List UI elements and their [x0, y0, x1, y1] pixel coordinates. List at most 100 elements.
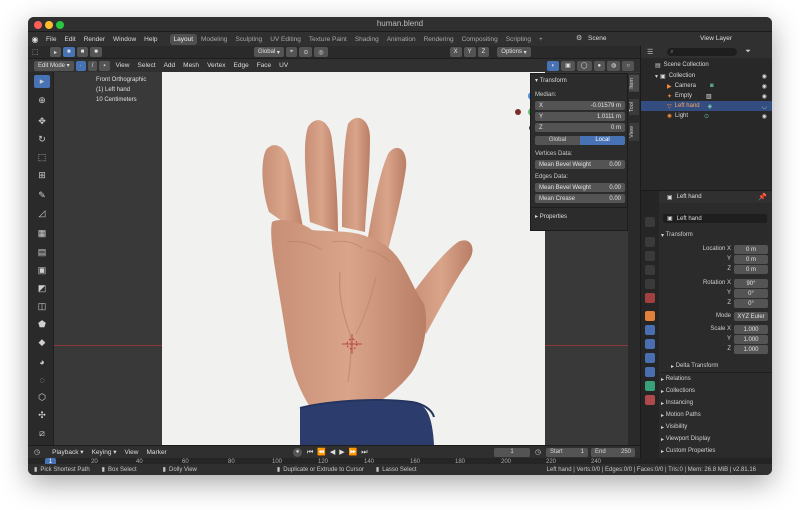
edge-slide-tool-icon[interactable]: ⬡ — [34, 391, 50, 404]
filter-icon[interactable]: ⏷ — [745, 48, 751, 56]
end-frame-field[interactable]: End 250 — [591, 448, 635, 457]
physics-props-icon[interactable] — [645, 353, 655, 363]
menu-help[interactable]: Help — [140, 36, 161, 43]
edge-bevel-weight-field[interactable]: Mean Bevel Weight 0.00 — [535, 183, 625, 192]
world-props-icon[interactable] — [645, 293, 655, 303]
constraints-props-icon[interactable] — [645, 367, 655, 377]
collections-header[interactable]: ▸ Collections — [661, 386, 771, 396]
menu-add[interactable]: Add — [160, 62, 180, 69]
pivot-icon[interactable]: ⌖ — [285, 47, 298, 57]
tab-modeling[interactable]: Modeling — [197, 34, 231, 45]
tab-texture-paint[interactable]: Texture Paint — [305, 34, 351, 45]
outliner-row-scene-collection[interactable]: ▤ Scene Collection — [641, 60, 772, 70]
proportional-edit-icon[interactable]: ◎ — [314, 47, 328, 57]
poly-build-tool-icon[interactable]: ◆ — [34, 336, 50, 349]
select-mode-new-icon[interactable]: ■ — [63, 47, 75, 57]
start-frame-field[interactable]: Start 1 — [546, 448, 588, 457]
menu-playback[interactable]: Playback ▾ — [48, 448, 87, 456]
menu-vertex[interactable]: Vertex — [203, 62, 229, 69]
visibility-eye-icon[interactable]: ◉ — [762, 83, 767, 90]
tab-view[interactable]: View — [629, 123, 639, 141]
snap-icon[interactable]: ⊙ — [299, 47, 313, 57]
mode-dropdown[interactable]: Edit Mode ▾ — [34, 60, 74, 71]
extrude-tool-icon[interactable]: ▤ — [34, 246, 50, 259]
current-frame-field[interactable]: 1 — [494, 448, 530, 457]
mirror-y-toggle[interactable]: Y — [463, 47, 476, 57]
outliner-row-camera[interactable]: ▶ Camera ◙ ◉ — [641, 81, 772, 91]
menu-keying[interactable]: Keying ▾ — [88, 448, 121, 456]
menu-select[interactable]: Select — [134, 62, 160, 69]
tab-sculpting[interactable]: Sculpting — [231, 34, 266, 45]
knife-tool-icon[interactable]: ⬟ — [34, 318, 50, 331]
visibility-header[interactable]: ▸ Visibility — [661, 422, 771, 432]
menu-mesh[interactable]: Mesh — [179, 62, 203, 69]
tab-rendering[interactable]: Rendering — [420, 34, 458, 45]
data-props-icon[interactable] — [645, 381, 655, 391]
shear-tool-icon[interactable]: ⧄ — [34, 427, 50, 440]
select-tool-icon[interactable]: ▸ — [50, 47, 62, 57]
playback-controls[interactable]: ⏮ ⏪ ◀ ▶ ⏩ ⏭ — [307, 448, 369, 457]
menu-uv[interactable]: UV — [275, 62, 292, 69]
menu-view[interactable]: View — [112, 62, 134, 69]
tab-tool[interactable]: Tool — [629, 99, 639, 116]
prop-transform-header[interactable]: ▾ Transform — [661, 230, 771, 240]
add-cube-tool-icon[interactable]: ▦ — [34, 227, 50, 240]
options-dropdown[interactable]: Options ▾ — [497, 47, 531, 57]
tool-props-icon[interactable] — [645, 217, 655, 227]
timeline-editor-icon[interactable]: ◷ — [34, 448, 40, 456]
visibility-eye-icon[interactable]: ◉ — [762, 73, 767, 80]
median-y-field[interactable]: Y 1.0111 m — [535, 112, 625, 121]
scale-y-field[interactable]: 1.000 — [734, 335, 768, 344]
output-props-icon[interactable] — [645, 251, 655, 261]
visibility-eye-icon[interactable]: ◡ — [762, 103, 767, 110]
shrink-fatten-tool-icon[interactable]: ✣ — [34, 409, 50, 422]
move-tool-icon[interactable]: ✥ — [34, 115, 50, 128]
render-props-icon[interactable] — [645, 237, 655, 247]
shading-wireframe-icon[interactable]: ◯ — [576, 60, 592, 71]
mirror-x-toggle[interactable]: X — [449, 47, 462, 57]
instancing-header[interactable]: ▸ Instancing — [661, 398, 771, 408]
outliner-row-collection[interactable]: ▾ ▣ Collection ◉ — [641, 71, 772, 81]
editor-type-icon[interactable]: ⬚ — [32, 48, 44, 56]
shading-rendered-icon[interactable]: ○ — [622, 60, 634, 71]
edge-select-icon[interactable]: / — [87, 60, 98, 71]
annotate-tool-icon[interactable]: ✎ — [34, 189, 50, 202]
mirror-z-toggle[interactable]: Z — [477, 47, 490, 57]
vertex-bevel-weight-field[interactable]: Mean Bevel Weight 0.00 — [535, 160, 625, 169]
custom-properties-header[interactable]: ▸ Custom Properties — [661, 446, 771, 456]
location-z-field[interactable]: 0 m — [734, 265, 768, 274]
outliner-row-light[interactable]: ✺ Light ⊙ ◉ — [641, 111, 772, 121]
scale-x-field[interactable]: 1.000 — [734, 325, 768, 334]
local-toggle[interactable]: Local — [580, 136, 625, 145]
menu-timeline-view[interactable]: View — [121, 449, 143, 456]
xray-toggle-icon[interactable]: ▣ — [561, 60, 575, 71]
tab-compositing[interactable]: Compositing — [458, 34, 502, 45]
material-props-icon[interactable] — [645, 395, 655, 405]
view-layer-props-icon[interactable] — [645, 265, 655, 275]
location-x-field[interactable]: 0 m — [734, 245, 768, 254]
delta-transform-header[interactable]: ▸ Delta Transform — [671, 361, 772, 371]
modifier-props-icon[interactable] — [645, 325, 655, 335]
stopwatch-icon[interactable]: ◷ — [535, 448, 541, 456]
viewport-display-header[interactable]: ▸ Viewport Display — [661, 434, 771, 444]
add-workspace-button[interactable]: + — [535, 34, 547, 45]
outliner-search-input[interactable]: ⌕ — [667, 48, 738, 56]
menu-file[interactable]: File — [42, 36, 60, 43]
cursor-tool-icon[interactable]: ⊕ — [34, 94, 50, 107]
object-name-field[interactable]: ▣ Left hand — [663, 214, 767, 223]
rotate-tool-icon[interactable]: ↻ — [34, 133, 50, 146]
select-box-tool-icon[interactable]: ▸ — [34, 75, 50, 88]
transform-panel-header[interactable]: ▾ Transform — [535, 76, 625, 85]
location-y-field[interactable]: 0 m — [734, 255, 768, 264]
rotation-x-field[interactable]: 90° — [734, 279, 768, 288]
transform-tool-icon[interactable]: ⊞ — [34, 169, 50, 182]
tab-item[interactable]: Item — [629, 75, 639, 92]
shading-material-icon[interactable]: ◍ — [607, 60, 621, 71]
face-select-icon[interactable]: ▪ — [99, 60, 110, 71]
outliner-row-left-hand[interactable]: ▽ Left hand ◈ ◡ — [641, 101, 772, 111]
outliner-row-empty[interactable]: ✦ Empty ▧ ◉ — [641, 91, 772, 101]
loop-cut-tool-icon[interactable]: ◫ — [34, 300, 50, 313]
rotation-y-field[interactable]: 0° — [734, 289, 768, 298]
menu-render[interactable]: Render — [80, 36, 109, 43]
median-x-field[interactable]: X -0.01579 m — [535, 101, 625, 110]
